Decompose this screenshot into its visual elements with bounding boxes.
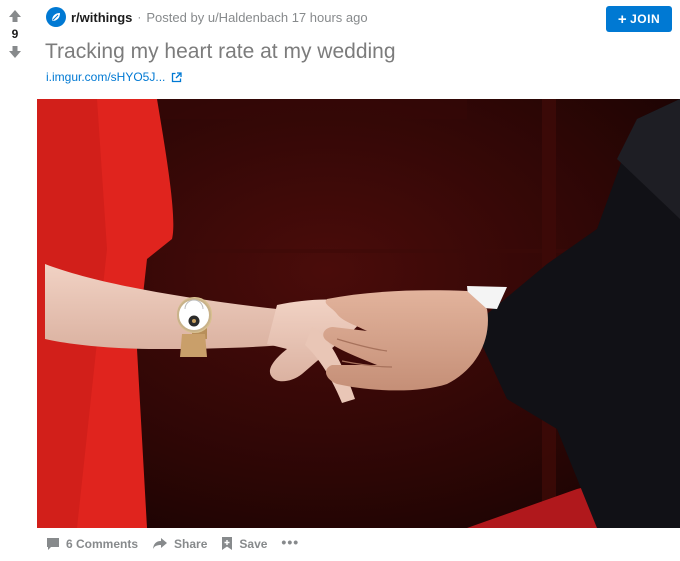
external-link-icon[interactable] xyxy=(171,71,183,83)
upvote-arrow-icon[interactable] xyxy=(5,6,25,26)
post-link[interactable]: i.imgur.com/sHYO5J... xyxy=(46,70,183,84)
plus-icon: + xyxy=(617,10,628,28)
downvote-arrow-icon[interactable] xyxy=(5,42,25,62)
author-link[interactable]: u/Haldenbach xyxy=(208,10,288,25)
comments-button[interactable]: 6 Comments xyxy=(46,537,138,551)
post-title[interactable]: Tracking my heart rate at my wedding xyxy=(45,40,396,64)
save-button[interactable]: Save xyxy=(221,536,267,551)
post-header: r/withings · Posted by u/Haldenbach 17 h… xyxy=(46,6,368,28)
more-options-icon[interactable]: ••• xyxy=(281,534,299,550)
join-button[interactable]: + JOIN xyxy=(606,6,672,32)
vote-count: 9 xyxy=(11,27,19,41)
posted-prefix: Posted by xyxy=(146,9,205,25)
subreddit-name[interactable]: r/withings xyxy=(71,10,132,25)
post-image[interactable] xyxy=(37,99,680,528)
comments-label: 6 Comments xyxy=(66,536,139,551)
posted-by-text: Posted by u/Haldenbach 17 hours ago xyxy=(146,10,367,25)
comment-icon xyxy=(47,537,59,550)
post-actions: 6 Comments Share Save ••• xyxy=(46,534,313,551)
save-label: Save xyxy=(239,536,268,551)
post-time: 17 hours ago xyxy=(291,9,368,25)
subreddit-icon[interactable] xyxy=(46,7,66,27)
vote-column: 9 xyxy=(0,6,30,62)
post-image-illustration xyxy=(37,99,680,528)
share-icon xyxy=(153,537,168,549)
join-label: JOIN xyxy=(630,12,661,26)
separator-dot: · xyxy=(137,10,142,24)
share-button[interactable]: Share xyxy=(152,537,207,551)
post-link-text[interactable]: i.imgur.com/sHYO5J... xyxy=(46,70,165,84)
bookmark-icon xyxy=(222,537,233,550)
share-label: Share xyxy=(174,536,208,551)
